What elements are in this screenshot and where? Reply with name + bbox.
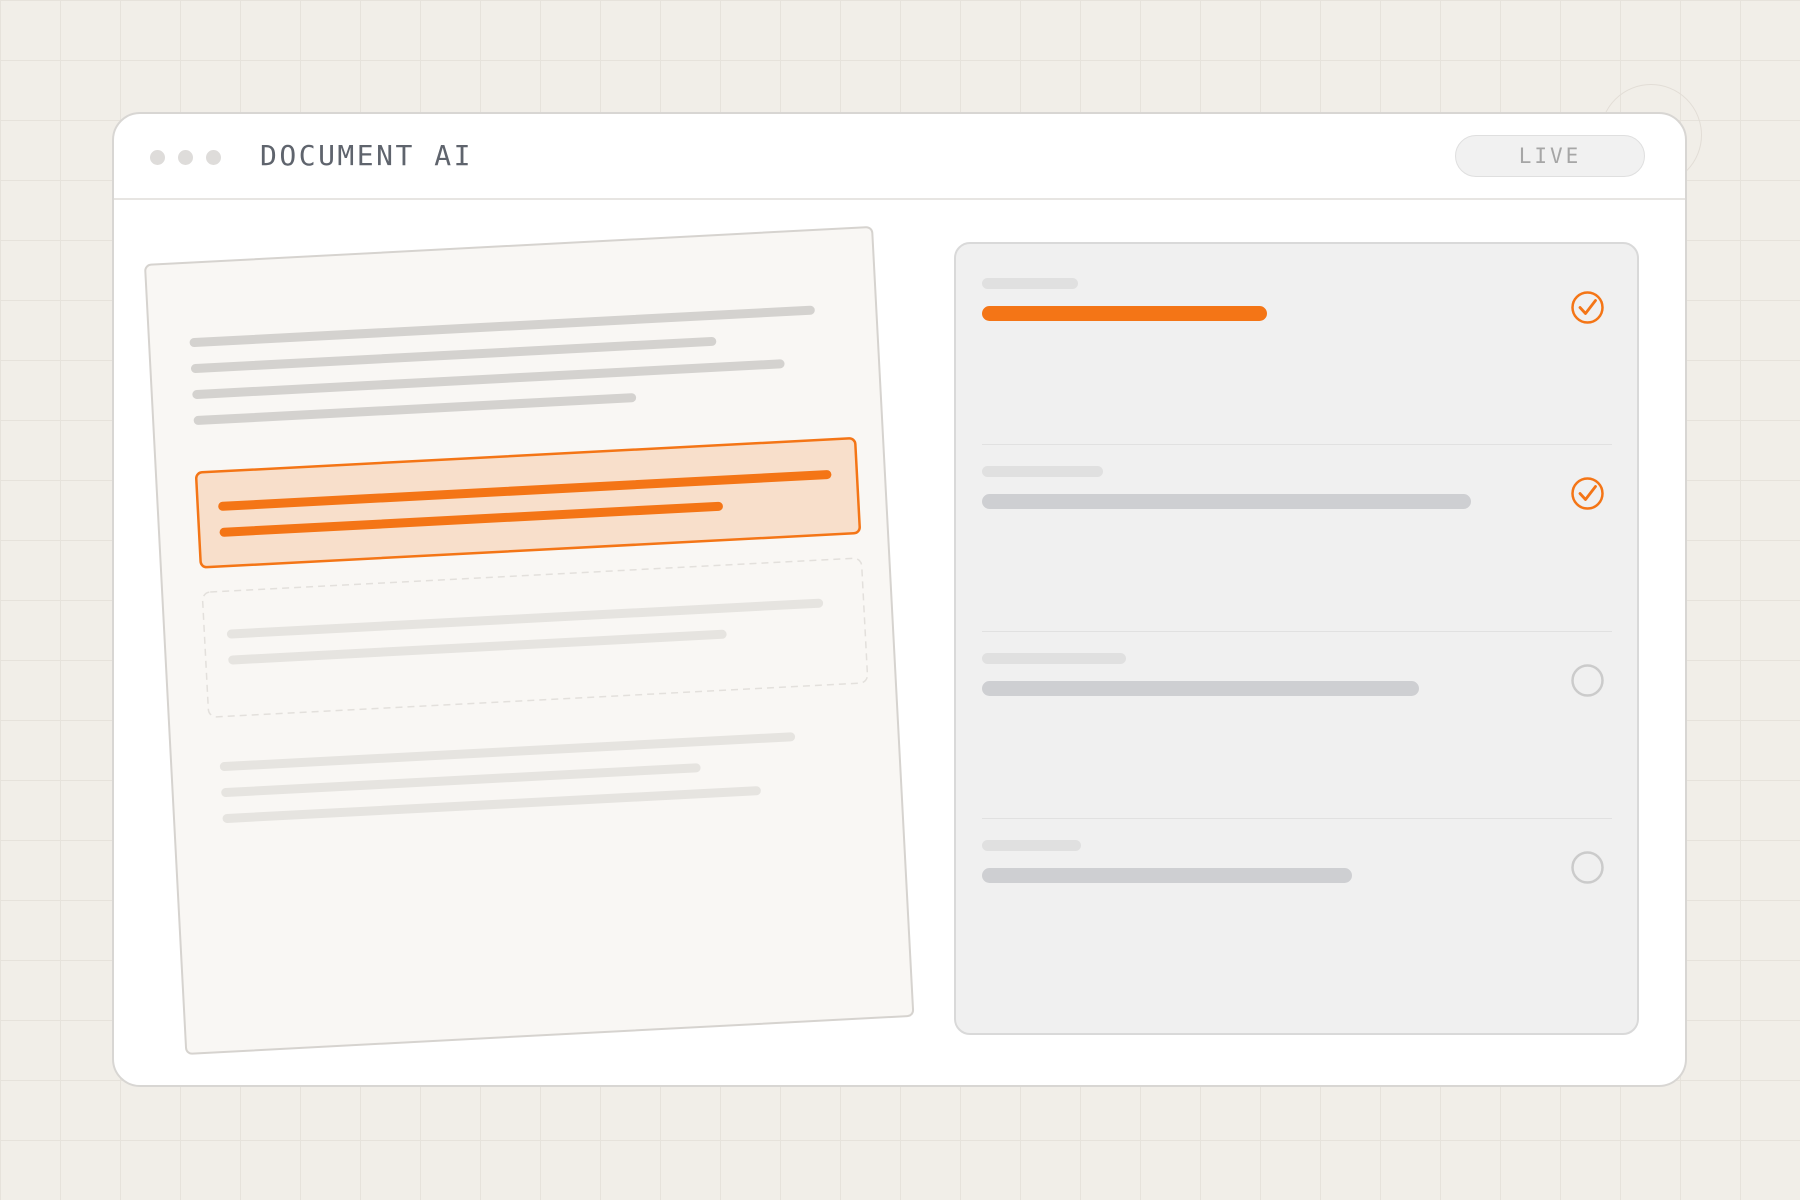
field-label-placeholder xyxy=(982,840,1081,851)
empty-circle-icon xyxy=(1571,851,1604,884)
field-row[interactable] xyxy=(982,631,1612,819)
field-row[interactable] xyxy=(982,444,1612,632)
field-value-placeholder xyxy=(982,681,1419,696)
field-label-placeholder xyxy=(982,653,1126,664)
highlighted-region-status: extracted xyxy=(0,0,1,1)
check-circle-icon xyxy=(1571,477,1604,510)
field-label-placeholder xyxy=(982,466,1103,477)
field-value-placeholder xyxy=(982,306,1267,321)
field-value-placeholder xyxy=(982,868,1352,883)
field-row[interactable] xyxy=(982,818,1612,1006)
app-window: DOCUMENT AI LIVE xyxy=(112,112,1687,1087)
extraction-panel xyxy=(954,242,1639,1035)
field-row[interactable] xyxy=(982,244,1612,431)
field-label-placeholder xyxy=(982,278,1078,289)
field-value-placeholder xyxy=(982,494,1471,509)
candidate-region-status: pending xyxy=(0,0,1,1)
check-circle-icon xyxy=(1571,291,1604,324)
empty-circle-icon xyxy=(1571,664,1604,697)
